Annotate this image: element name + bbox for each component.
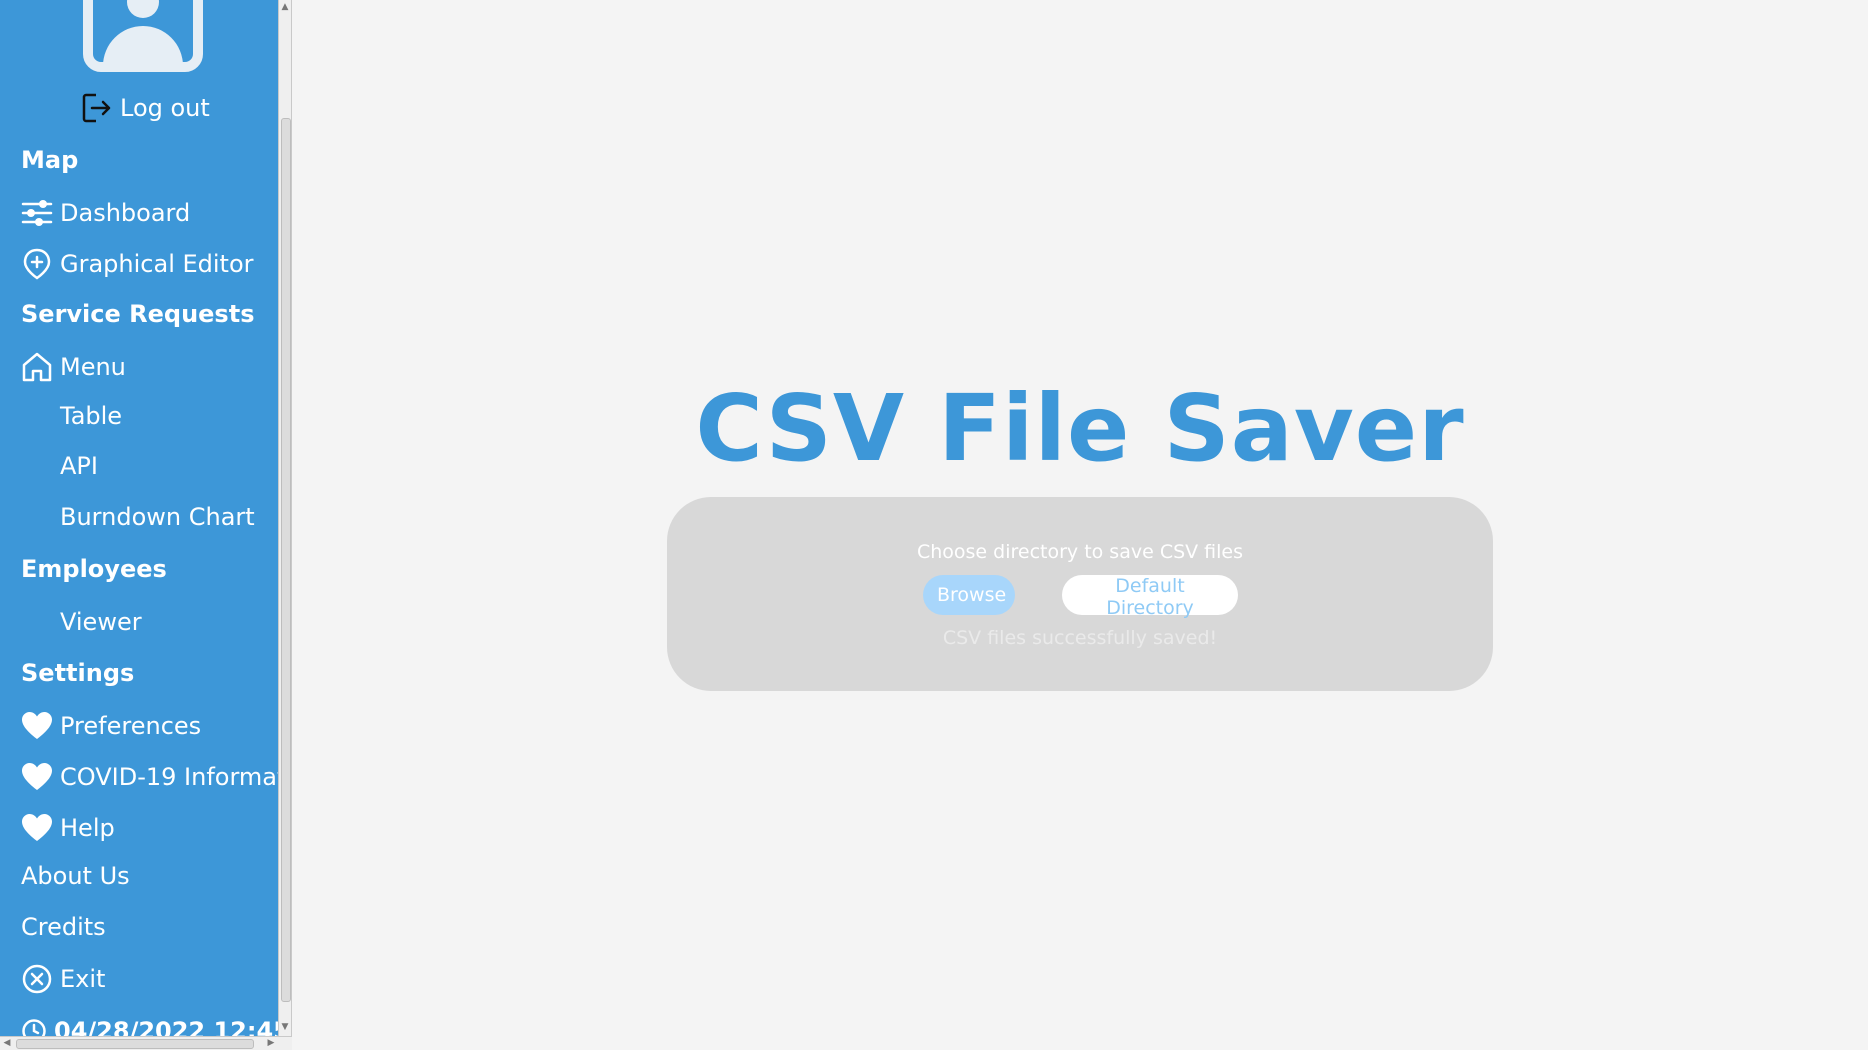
default-directory-button[interactable]: Default Directory [1062, 575, 1238, 619]
sidebar-item-label: Exit [60, 965, 106, 993]
csv-save-panel: Choose directory to save CSV files Brows… [667, 497, 1493, 691]
logout-button[interactable]: Log out [82, 92, 210, 124]
sidebar-item-label: API [60, 452, 98, 480]
sidebar-item-label: Menu [60, 353, 126, 381]
sidebar-item-burndown-chart[interactable]: Burndown Chart [60, 503, 255, 531]
sidebar-item-label: Preferences [60, 712, 202, 740]
save-status-message: CSV files successfully saved! [942, 627, 1218, 649]
sidebar-item-about-us[interactable]: About Us [21, 862, 130, 890]
logout-icon [82, 93, 111, 123]
heart-icon [21, 812, 53, 844]
sidebar-item-preferences[interactable]: Preferences [21, 710, 201, 742]
sidebar-item-api[interactable]: API [60, 452, 98, 480]
sidebar: Log out Map Dashboard Graphical Editor S… [0, 0, 278, 1050]
sidebar-item-viewer[interactable]: Viewer [60, 608, 142, 636]
sidebar-item-covid[interactable]: COVID-19 Informati... [21, 761, 278, 793]
sidebar-item-label: Credits [21, 913, 106, 941]
scrollbar-thumb[interactable] [16, 1039, 254, 1049]
scrollbar-thumb[interactable] [281, 118, 291, 1002]
sliders-icon [21, 197, 53, 229]
heart-icon [21, 761, 53, 793]
scroll-up-arrow-icon[interactable]: ▲ [279, 0, 291, 14]
heart-icon [21, 710, 53, 742]
page-title: CSV File Saver [695, 375, 1465, 482]
sidebar-item-exit[interactable]: Exit [21, 963, 105, 995]
sidebar-vertical-scrollbar[interactable]: ▲ ▼ [278, 0, 292, 1050]
close-circle-icon [21, 963, 53, 995]
sidebar-item-label: Viewer [60, 608, 142, 636]
location-plus-icon [21, 248, 53, 280]
browse-button[interactable]: Browse [923, 575, 1015, 615]
sidebar-item-dashboard[interactable]: Dashboard [21, 197, 190, 229]
sidebar-item-table[interactable]: Table [60, 402, 122, 430]
section-map: Map [21, 146, 79, 174]
sidebar-item-label: Help [60, 814, 115, 842]
home-icon [21, 351, 53, 383]
section-employees: Employees [21, 555, 167, 583]
sidebar-item-label: Burndown Chart [60, 503, 255, 531]
sidebar-item-graphical-editor[interactable]: Graphical Editor [21, 248, 254, 280]
scroll-down-arrow-icon[interactable]: ▼ [279, 1020, 291, 1034]
sidebar-item-label: About Us [21, 862, 130, 890]
avatar-icon[interactable] [83, 0, 203, 72]
sidebar-horizontal-scrollbar[interactable]: ◀ ▶ [0, 1036, 292, 1050]
main-content: CSV File Saver Choose directory to save … [292, 0, 1868, 1050]
sidebar-item-label: Graphical Editor [60, 250, 254, 278]
sidebar-item-menu[interactable]: Menu [21, 351, 126, 383]
sidebar-item-label: COVID-19 Informati... [60, 763, 278, 791]
scroll-right-arrow-icon[interactable]: ▶ [264, 1037, 278, 1049]
sidebar-item-label: Dashboard [60, 199, 191, 227]
section-settings: Settings [21, 659, 135, 687]
directory-prompt: Choose directory to save CSV files [916, 541, 1244, 563]
logout-label: Log out [120, 94, 210, 122]
sidebar-item-help[interactable]: Help [21, 812, 115, 844]
section-service-requests: Service Requests [21, 300, 255, 328]
scroll-left-arrow-icon[interactable]: ◀ [0, 1037, 14, 1049]
sidebar-item-label: Table [60, 402, 123, 430]
sidebar-item-credits[interactable]: Credits [21, 913, 106, 941]
